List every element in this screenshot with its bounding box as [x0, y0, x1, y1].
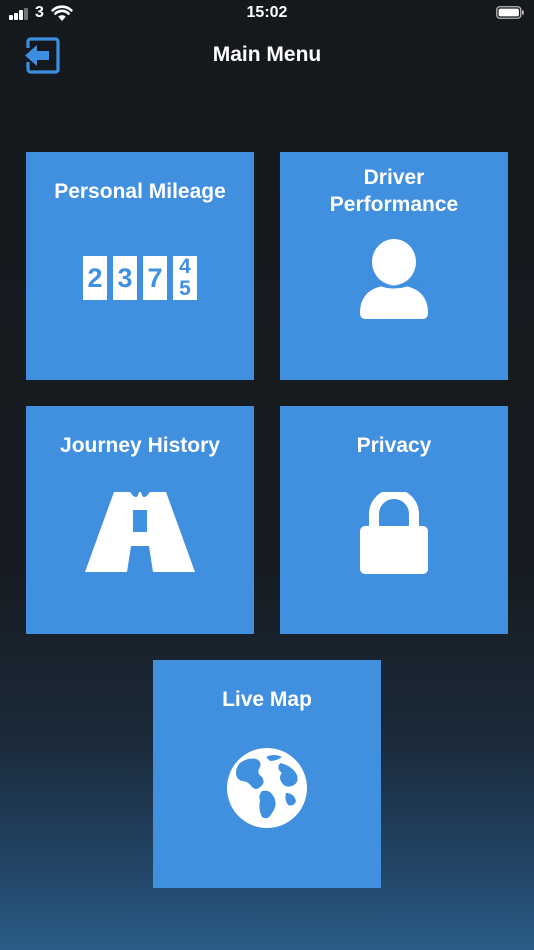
- driver-performance-tile[interactable]: Driver Performance: [280, 152, 508, 380]
- tile-label: Privacy: [356, 434, 432, 457]
- status-bar: 3 15:02: [0, 0, 534, 28]
- lock-icon: [360, 492, 428, 574]
- odometer-rolling-digit: 4 5: [173, 256, 197, 300]
- privacy-tile[interactable]: Privacy: [280, 406, 508, 634]
- tile-label: Journey History: [60, 434, 220, 457]
- live-map-tile[interactable]: Live Map: [153, 660, 381, 888]
- odometer-digit-bottom: 5: [179, 277, 191, 300]
- odometer-digit-top: 4: [179, 255, 191, 278]
- journey-history-tile[interactable]: Journey History: [26, 406, 254, 634]
- navigation-bar: Main Menu: [0, 30, 534, 80]
- odometer-digit: 3: [113, 256, 137, 300]
- page-title: Main Menu: [212, 43, 322, 66]
- battery-icon: [496, 6, 524, 19]
- status-time: 15:02: [246, 4, 288, 21]
- odometer-icon: 2 3 7 4 5: [83, 256, 197, 300]
- person-icon: [360, 239, 428, 319]
- road-icon: [85, 492, 195, 572]
- globe-icon: [227, 748, 307, 828]
- tile-label: Driver Performance: [329, 166, 459, 216]
- tile-label: Live Map: [222, 688, 312, 711]
- tile-label: Personal Mileage: [54, 180, 226, 203]
- odometer-digit: 2: [83, 256, 107, 300]
- odometer-digit: 7: [143, 256, 167, 300]
- personal-mileage-tile[interactable]: Personal Mileage 2 3 7 4 5: [26, 152, 254, 380]
